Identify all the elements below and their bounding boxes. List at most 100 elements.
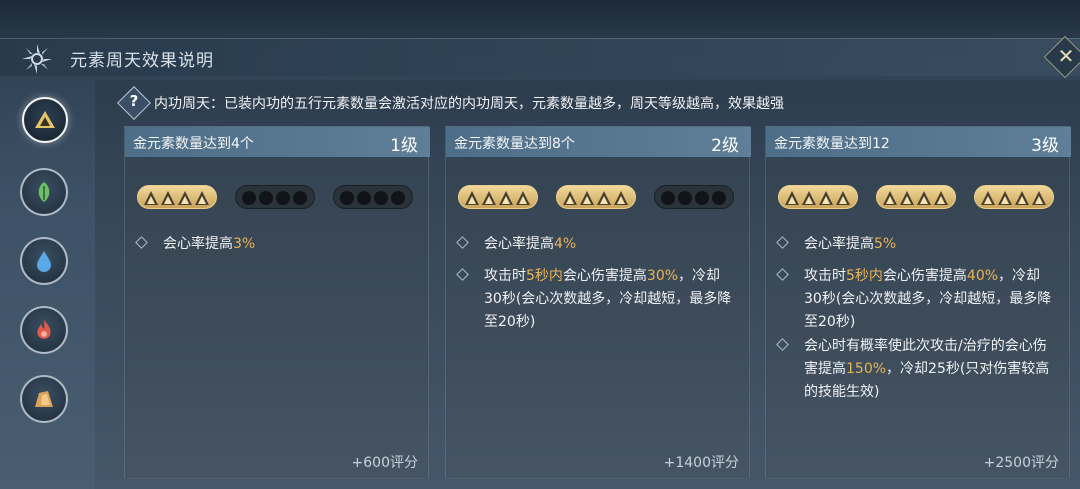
effect-text: 会心时有概率使此次攻击/治疗的会心伤害提高150%，冷却25秒(只对伤害较高的技…	[804, 335, 1054, 404]
element-pip-icon	[785, 191, 799, 205]
element-pip-icon	[340, 191, 354, 205]
water-drop-icon	[37, 251, 51, 272]
effect-text: 会心率提高3%	[163, 233, 413, 256]
element-pip-icon	[242, 191, 256, 205]
page-title: 元素周天效果说明	[70, 51, 214, 71]
help-icon-glyph: ?	[129, 92, 139, 110]
tier-level: 2级	[711, 136, 739, 156]
diamond-bullet-icon	[135, 236, 148, 249]
element-pip-group-empty	[235, 185, 315, 209]
effect-text: 攻击时5秒内会心伤害提高40%，冷却30秒(会心次数越多，冷却越短，最多降至20…	[804, 265, 1054, 334]
element-pip-icon	[391, 191, 405, 205]
element-pip-icon	[580, 191, 594, 205]
element-pip-icon	[482, 191, 496, 205]
element-pip-icon	[499, 191, 513, 205]
effect-highlight-value: 30%	[646, 268, 679, 284]
tier-condition: 金元素数量达到8个	[454, 136, 575, 152]
diamond-bullet-icon	[776, 268, 789, 281]
element-pip-icon	[695, 191, 709, 205]
effect-text-segment: 攻击时	[804, 268, 846, 284]
element-pip-group-filled	[876, 185, 956, 209]
element-pip-group-filled	[974, 185, 1054, 209]
element-pip-icon	[161, 191, 175, 205]
element-pip-icon	[819, 191, 833, 205]
effect-text: 攻击时5秒内会心伤害提高30%，冷却30秒(会心次数越多，冷却越短，最多降至20…	[484, 265, 734, 334]
element-pip-icon	[1032, 191, 1046, 205]
element-pip-icon	[661, 191, 675, 205]
element-pip-group-filled	[458, 185, 538, 209]
effect-text-segment: 会心伤害提高	[562, 268, 647, 284]
diamond-bullet-icon	[776, 338, 789, 351]
element-pip-icon	[836, 191, 850, 205]
element-fire-button[interactable]	[20, 306, 68, 354]
element-pip-icon	[712, 191, 726, 205]
tier-card: 金元素数量达到4个 1级会心率提高3% +600评分	[124, 126, 430, 479]
effect-highlight-value: 5秒内	[526, 268, 563, 284]
element-pip-icon	[900, 191, 914, 205]
element-pip-group-filled	[556, 185, 636, 209]
element-pip-icon	[259, 191, 273, 205]
element-pip-icon	[597, 191, 611, 205]
effect-text-segment: 会心伤害提高	[882, 268, 967, 284]
tier-card-header: 金元素数量达到4个 1级	[125, 127, 430, 157]
element-pip-icon	[934, 191, 948, 205]
element-pip-icon	[178, 191, 192, 205]
tier-card-header: 金元素数量达到8个 2级	[446, 127, 751, 157]
effect-highlight-value: 5%	[874, 236, 897, 252]
logo-icon	[22, 44, 52, 74]
score-bonus: +600评分	[351, 455, 418, 471]
element-earth-button[interactable]	[20, 375, 68, 423]
diamond-bullet-icon	[456, 268, 469, 281]
tier-level: 1级	[390, 136, 418, 156]
element-pip-icon	[357, 191, 371, 205]
effect-text-segment: 攻击时	[484, 268, 526, 284]
leaf-icon	[38, 182, 50, 202]
element-pip-icon	[678, 191, 692, 205]
diamond-bullet-icon	[456, 236, 469, 249]
element-pip-icon	[614, 191, 628, 205]
element-pip-icon	[917, 191, 931, 205]
tier-level: 3级	[1031, 136, 1059, 156]
effect-highlight-value: 40%	[966, 268, 999, 284]
element-pip-icon	[981, 191, 995, 205]
effect-text-segment: 会心率提高	[484, 236, 554, 252]
element-pip-icon	[293, 191, 307, 205]
element-pip-icon	[563, 191, 577, 205]
effect-text: 会心率提高5%	[804, 233, 1054, 256]
element-pip-icon	[1015, 191, 1029, 205]
rock-icon	[35, 391, 53, 407]
element-pip-icon	[802, 191, 816, 205]
top-backdrop	[0, 0, 1080, 40]
element-pip-group-filled	[778, 185, 858, 209]
score-bonus: +1400评分	[663, 455, 739, 471]
effect-highlight-value: 4%	[554, 236, 577, 252]
tier-condition: 金元素数量达到4个	[133, 136, 254, 152]
element-pip-group-empty	[654, 185, 734, 209]
effect-text-segment: 会心率提高	[163, 236, 233, 252]
effect-highlight-value: 3%	[233, 236, 256, 252]
effect-text-segment: 会心率提高	[804, 236, 874, 252]
element-pip-group-filled	[137, 185, 217, 209]
element-water-button[interactable]	[20, 237, 68, 285]
metal-triangle-icon	[35, 111, 55, 128]
element-metal-button[interactable]	[22, 97, 68, 143]
effect-highlight-value: 150%	[846, 361, 887, 377]
flame-icon	[37, 320, 51, 339]
tier-card-header: 金元素数量达到12 3级	[766, 127, 1071, 157]
element-pip-icon	[998, 191, 1012, 205]
element-wood-button[interactable]	[20, 168, 68, 216]
close-icon[interactable]: ✕	[1056, 44, 1076, 68]
tier-condition: 金元素数量达到12	[774, 136, 890, 152]
score-bonus: +2500评分	[983, 455, 1059, 471]
element-pip-icon	[883, 191, 897, 205]
element-pip-icon	[144, 191, 158, 205]
tier-card: 金元素数量达到12 3级会心率提高5% 攻击时5秒内会心伤害提高40%，冷却30秒(…	[765, 126, 1071, 479]
element-pip-icon	[276, 191, 290, 205]
element-pip-icon	[195, 191, 209, 205]
element-pip-group-empty	[333, 185, 413, 209]
effect-highlight-value: 5秒内	[846, 268, 883, 284]
element-pip-icon	[465, 191, 479, 205]
element-pip-icon	[374, 191, 388, 205]
notice-text: 内功周天：已装内功的五行元素数量会激活对应的内功周天，元素数量越多，周天等级越高…	[154, 96, 784, 112]
tier-card: 金元素数量达到8个 2级会心率提高4% 攻击时5秒内会心伤害提高30%，冷却30秒(…	[445, 126, 751, 479]
